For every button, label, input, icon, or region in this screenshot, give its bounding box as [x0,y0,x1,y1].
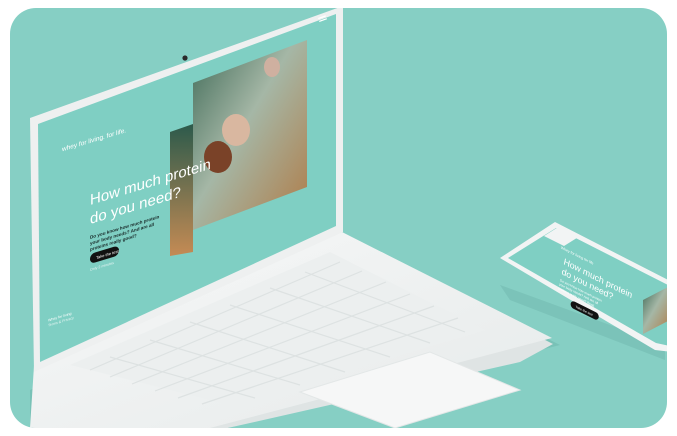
camera-icon [182,55,188,61]
photo-person-face [222,114,250,146]
device-mockup: whey for living. for life. How much prot… [30,8,667,428]
photo-person-bg [264,57,280,77]
